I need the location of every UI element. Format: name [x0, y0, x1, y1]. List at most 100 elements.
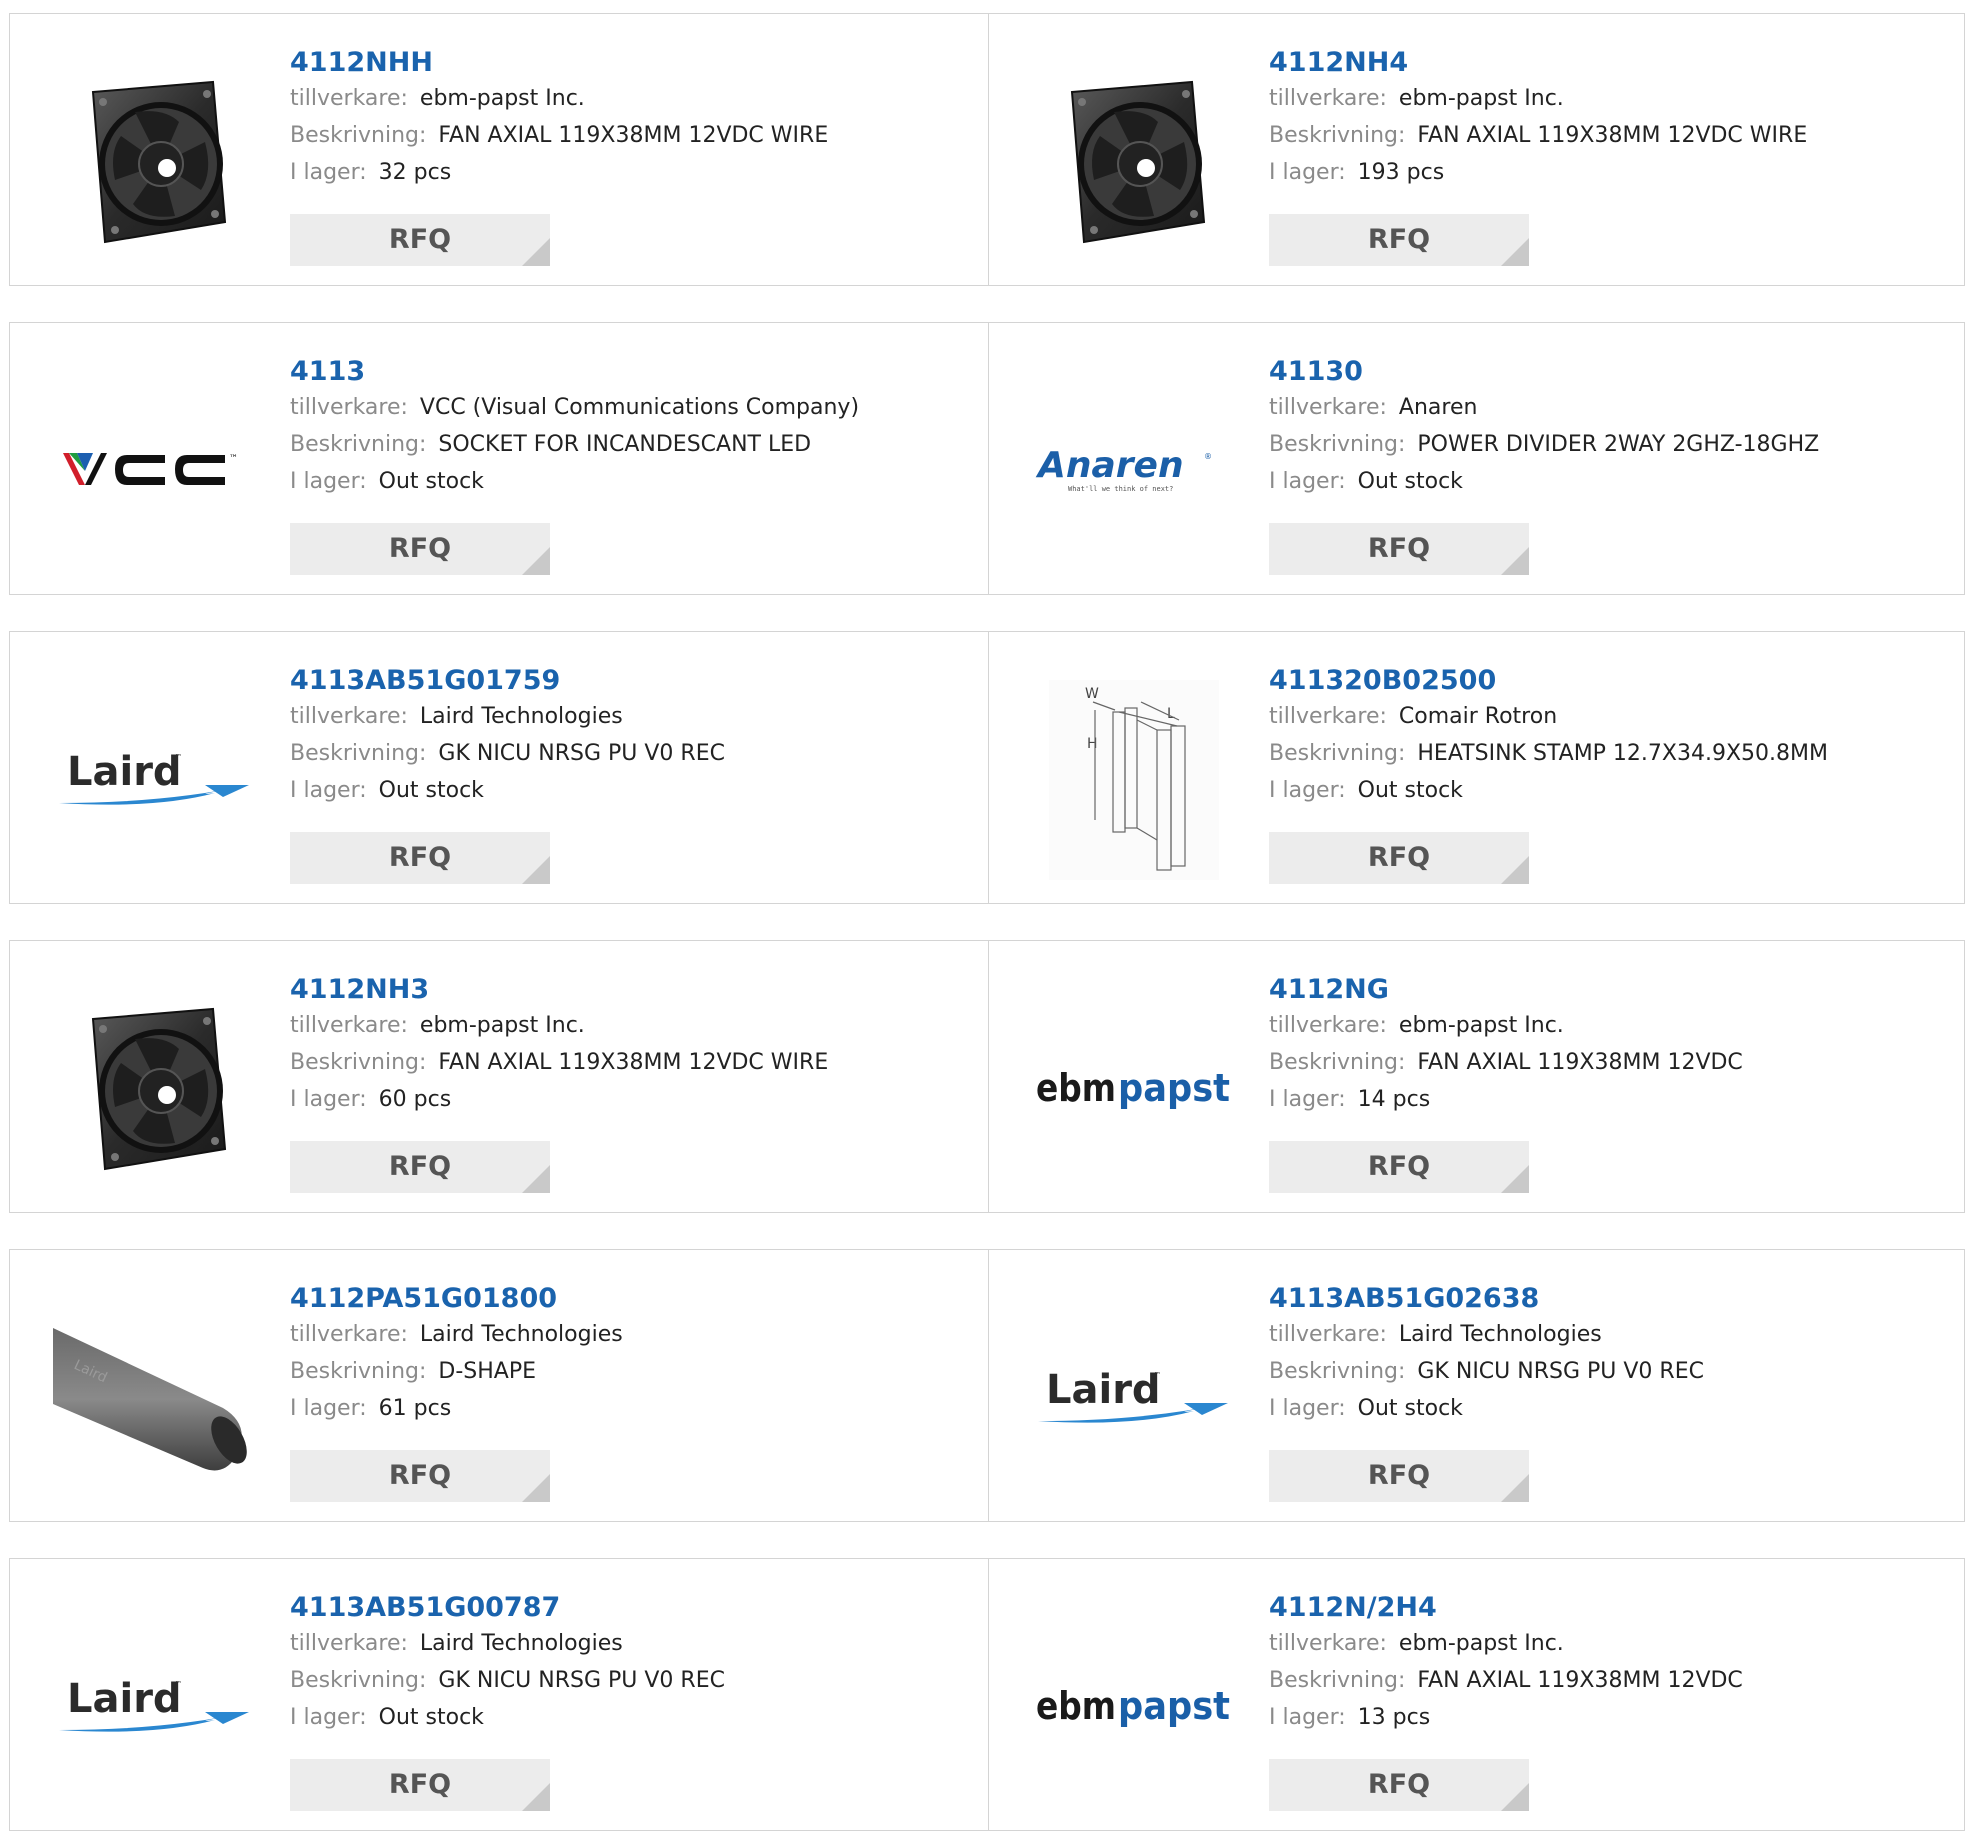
product-info: 4112NG tillverkare: ebm-papst Inc. Beskri… [1269, 973, 1946, 1118]
stock-label: I lager: [290, 1396, 367, 1421]
product-grid: 4112NHH tillverkare: ebm-papst Inc. Beskr… [0, 0, 1965, 1833]
part-number-link[interactable]: 4113AB51G00787 [290, 1591, 968, 1625]
product-row: 4112NHH tillverkare: ebm-papst Inc. Beskr… [9, 13, 1965, 286]
laird-tm: ™ [1154, 1371, 1161, 1379]
heatsink-h-label: H [1087, 736, 1098, 752]
manufacturer-label: tillverkare: [290, 704, 408, 729]
manufacturer-line: tillverkare: Comair Rotron [1269, 698, 1946, 735]
description-line: Beskrivning: GK NICU NRSG PU V0 REC [290, 1662, 968, 1699]
product-thumbnail[interactable]: ebm papst [1029, 1604, 1239, 1809]
product-thumbnail[interactable]: ™ [50, 368, 260, 573]
product-thumbnail[interactable] [50, 59, 260, 264]
part-number-link[interactable]: 4113 [290, 355, 968, 389]
product-thumbnail[interactable]: Laird ™ [1029, 1295, 1239, 1500]
manufacturer-label: tillverkare: [290, 1013, 408, 1038]
stock-line: I lager: Out stock [290, 1699, 968, 1736]
anaren-logo: Anaren ® What'll we think of next? [1035, 445, 1212, 493]
manufacturer-value: ebm-papst Inc. [419, 1013, 585, 1038]
rfq-button[interactable]: RFQ [290, 523, 550, 575]
stock-line: I lager: 13 pcs [1269, 1699, 1946, 1736]
laird-wordmark: Laird [67, 749, 182, 795]
heatsink-w-label: W [1085, 686, 1099, 702]
fan-image [1070, 80, 1206, 243]
manufacturer-line: tillverkare: Laird Technologies [290, 1625, 968, 1662]
description-value: FAN AXIAL 119X38MM 12VDC WIRE [1417, 123, 1808, 148]
description-label: Beskrivning: [290, 123, 427, 148]
manufacturer-label: tillverkare: [1269, 1631, 1387, 1656]
description-line: Beskrivning: HEATSINK STAMP 12.7X34.9X50.… [1269, 735, 1946, 772]
rfq-button[interactable]: RFQ [1269, 1141, 1529, 1193]
rfq-corner-triangle [522, 1165, 550, 1193]
part-number-link[interactable]: 4112NH4 [1269, 46, 1946, 80]
product-card: Laird ™ 4113AB51G01759 tillverkare: Laird… [10, 632, 988, 903]
product-info: 411320B02500 tillverkare: Comair Rotron B… [1269, 664, 1946, 809]
rfq-button[interactable]: RFQ [1269, 1450, 1529, 1502]
product-row: Laird 4112PA51G01800 tillverkare: Laird T… [9, 1249, 1965, 1522]
manufacturer-line: tillverkare: Anaren [1269, 389, 1946, 426]
heatsink-image: W L H [1049, 679, 1219, 880]
product-thumbnail[interactable]: Laird ™ [50, 1604, 260, 1809]
product-thumbnail[interactable] [50, 986, 260, 1191]
product-thumbnail[interactable]: Laird ™ [50, 677, 260, 882]
manufacturer-line: tillverkare: Laird Technologies [1269, 1316, 1946, 1353]
rfq-button[interactable]: RFQ [1269, 1759, 1529, 1811]
manufacturer-value: VCC (Visual Communications Company) [419, 395, 860, 420]
description-label: Beskrivning: [1269, 1050, 1406, 1075]
laird-logo: Laird ™ [1038, 1367, 1228, 1423]
manufacturer-line: tillverkare: ebm-papst Inc. [290, 1007, 968, 1044]
product-card: Laird ™ 4113AB51G00787 tillverkare: Laird… [10, 1559, 988, 1830]
rfq-button[interactable]: RFQ [1269, 523, 1529, 575]
manufacturer-value: Anaren [1398, 395, 1478, 420]
rfq-button-label: RFQ [1367, 842, 1431, 873]
part-number-link[interactable]: 4113AB51G02638 [1269, 1282, 1946, 1316]
rfq-button[interactable]: RFQ [290, 214, 550, 266]
rfq-corner-triangle [522, 1474, 550, 1502]
papst-wordmark: papst [1118, 1066, 1230, 1110]
rfq-button[interactable]: RFQ [1269, 832, 1529, 884]
stock-line: I lager: Out stock [1269, 1390, 1946, 1427]
stock-value: 61 pcs [378, 1396, 452, 1421]
part-number-link[interactable]: 4113AB51G01759 [290, 664, 968, 698]
product-thumbnail[interactable] [1029, 59, 1239, 264]
part-number-link[interactable]: 4112N/2H4 [1269, 1591, 1946, 1625]
part-number-link[interactable]: 41130 [1269, 355, 1946, 389]
product-thumbnail[interactable]: Anaren ® What'll we think of next? [1029, 368, 1239, 573]
laird-wordmark: Laird [67, 1676, 182, 1722]
rfq-button[interactable]: RFQ [290, 832, 550, 884]
rfq-button[interactable]: RFQ [1269, 214, 1529, 266]
product-card: 4112NHH tillverkare: ebm-papst Inc. Beskr… [10, 14, 988, 285]
product-thumbnail[interactable]: Laird [50, 1295, 260, 1500]
stock-label: I lager: [290, 778, 367, 803]
rfq-button-label: RFQ [388, 224, 452, 255]
manufacturer-line: tillverkare: ebm-papst Inc. [1269, 1625, 1946, 1662]
product-thumbnail[interactable]: ebm papst [1029, 986, 1239, 1191]
rfq-button-label: RFQ [1367, 1151, 1431, 1182]
anaren-wordmark: Anaren [1035, 445, 1184, 486]
product-thumbnail[interactable]: W L H [1029, 677, 1239, 882]
description-label: Beskrivning: [1269, 432, 1406, 457]
rfq-button[interactable]: RFQ [290, 1141, 550, 1193]
description-line: Beskrivning: POWER DIVIDER 2WAY 2GHZ-18GH… [1269, 426, 1946, 463]
rfq-button[interactable]: RFQ [290, 1759, 550, 1811]
rfq-button-label: RFQ [1367, 533, 1431, 564]
part-number-link[interactable]: 4112NHH [290, 46, 968, 80]
stock-value: Out stock [1357, 1396, 1463, 1421]
fan-image [91, 1007, 227, 1170]
stock-label: I lager: [290, 469, 367, 494]
laird-logo: Laird ™ [59, 1676, 249, 1732]
part-number-link[interactable]: 4112NH3 [290, 973, 968, 1007]
product-card: 4112NH3 tillverkare: ebm-papst Inc. Beskr… [10, 941, 988, 1212]
stock-value: Out stock [1357, 778, 1463, 803]
rfq-button[interactable]: RFQ [290, 1450, 550, 1502]
manufacturer-value: ebm-papst Inc. [419, 86, 585, 111]
description-value: GK NICU NRSG PU V0 REC [438, 1668, 725, 1693]
manufacturer-label: tillverkare: [1269, 704, 1387, 729]
manufacturer-label: tillverkare: [290, 1631, 408, 1656]
part-number-link[interactable]: 4112PA51G01800 [290, 1282, 968, 1316]
manufacturer-line: tillverkare: Laird Technologies [290, 1316, 968, 1353]
stock-value: 14 pcs [1357, 1087, 1431, 1112]
description-label: Beskrivning: [290, 1050, 427, 1075]
part-number-link[interactable]: 4112NG [1269, 973, 1946, 1007]
part-number-link[interactable]: 411320B02500 [1269, 664, 1946, 698]
product-info: 4112NH4 tillverkare: ebm-papst Inc. Beskr… [1269, 46, 1946, 191]
